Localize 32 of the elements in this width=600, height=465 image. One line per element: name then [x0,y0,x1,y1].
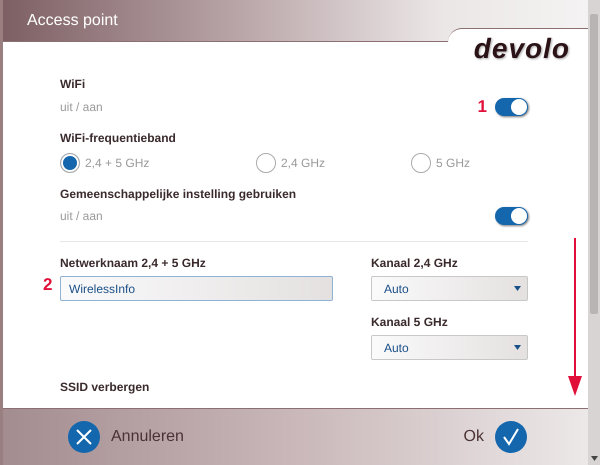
caret-icon [514,345,521,350]
radio-button[interactable] [411,153,431,173]
caret-icon [514,286,521,291]
annotation-number: 2 [43,275,52,295]
toggle-hint: uit / aan [60,209,103,223]
ok-button[interactable]: Ok [464,420,528,454]
cancel-button[interactable]: Annuleren [67,420,184,454]
band-label: WiFi-frequentieband [60,131,177,145]
annotation-number: 1 [478,97,487,117]
scrollbar[interactable] [588,0,600,465]
window-title: Access point [27,12,118,30]
channel-dropdown[interactable]: Auto [371,276,528,301]
scroll-down-icon[interactable] [590,456,598,461]
arrow-icon [565,238,585,398]
toggle-hint: uit / aan [60,100,103,114]
channel-label: Kanaal 2,4 GHz [371,256,459,270]
network-name-field[interactable]: WirelessInfo [60,276,333,301]
radio-button[interactable] [256,153,276,173]
toggle-switch[interactable] [495,98,528,116]
close-icon [67,420,101,454]
toggle-switch[interactable] [495,207,528,225]
radio-button[interactable] [60,153,80,173]
channel-label: Kanaal 5 GHz [371,315,449,329]
ssid-label: SSID verbergen [60,380,150,394]
radio-label: 5 GHz [436,156,470,170]
common-setting-label: Gemeenschappelijke instelling gebruiken [60,187,298,201]
check-icon [494,420,528,454]
radio-label: 2,4 + 5 GHz [85,156,150,170]
radio-label: 2,4 GHz [281,156,326,170]
network-name-label: Netwerknaam 2,4 + 5 GHz [60,256,207,270]
channel-dropdown[interactable]: Auto [371,335,528,360]
wifi-label: WiFi [60,77,86,91]
